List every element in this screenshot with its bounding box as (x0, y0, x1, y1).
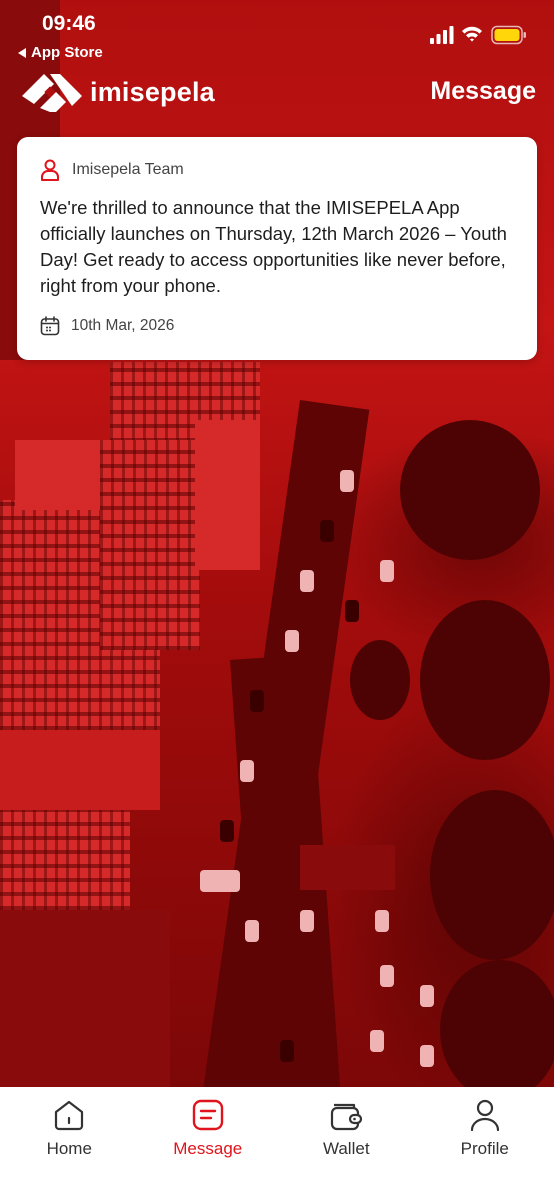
status-time: 09:46 (42, 12, 96, 35)
message-card[interactable]: Imisepela Team We're thrilled to announc… (17, 137, 537, 360)
message-date: 10th Mar, 2026 (40, 316, 514, 336)
background-car (245, 920, 259, 942)
battery-icon (491, 25, 526, 45)
background-tree (350, 640, 410, 720)
wallet-icon (331, 1103, 363, 1131)
background-car (380, 560, 394, 582)
background-tree (420, 600, 550, 760)
wifi-icon (462, 26, 482, 42)
background-car (220, 820, 234, 842)
page-title: Message (430, 77, 536, 105)
background-car (240, 760, 254, 782)
background-building (0, 800, 130, 910)
profile-icon (470, 1099, 499, 1132)
background-car (340, 470, 354, 492)
back-to-app-store[interactable]: App Store (18, 44, 103, 61)
background-car (300, 910, 314, 932)
nav-profile[interactable]: Profile (416, 1087, 554, 1200)
background-car (320, 520, 334, 542)
background-car (280, 1040, 294, 1062)
background-building (0, 730, 160, 810)
cellular-signal-icon (430, 26, 454, 44)
nav-message-label: Message (173, 1139, 243, 1158)
logo-text: imisepela (90, 76, 215, 107)
bottom-navigation: Home Message Wallet Profile (0, 1087, 554, 1200)
background-car (285, 630, 299, 652)
background-car (420, 1045, 434, 1067)
background-tree (400, 420, 540, 560)
background-car (375, 910, 389, 932)
background-car (380, 965, 394, 987)
nav-wallet-label: Wallet (322, 1139, 370, 1158)
background-car (200, 870, 240, 892)
background-building (0, 910, 170, 1087)
author-name: Imisepela Team (72, 161, 184, 178)
back-arrow-icon (18, 47, 26, 58)
logo-mark-icon (22, 74, 82, 112)
nav-wallet[interactable]: Wallet (277, 1087, 416, 1200)
calendar-icon (40, 316, 60, 336)
background-car (370, 1030, 384, 1052)
back-label: App Store (31, 44, 103, 61)
background-building (195, 420, 260, 570)
nav-home[interactable]: Home (0, 1087, 139, 1200)
date-text: 10th Mar, 2026 (71, 317, 175, 334)
background-car (345, 600, 359, 622)
nav-message[interactable]: Message (139, 1087, 278, 1200)
background-car (300, 570, 314, 592)
message-icon (192, 1099, 223, 1131)
nav-profile-label: Profile (460, 1139, 509, 1158)
nav-home-label: Home (46, 1139, 92, 1158)
background-car (250, 690, 264, 712)
message-author: Imisepela Team (40, 159, 514, 181)
background-building (100, 440, 200, 650)
person-icon (41, 159, 59, 181)
background-tree (430, 790, 554, 960)
background-billboard (300, 845, 395, 890)
message-body: We're thrilled to announce that the IMIS… (40, 197, 507, 296)
background-car (420, 985, 434, 1007)
app-logo: imisepela (20, 70, 215, 114)
background-tree (440, 960, 554, 1087)
home-icon (55, 1100, 84, 1131)
